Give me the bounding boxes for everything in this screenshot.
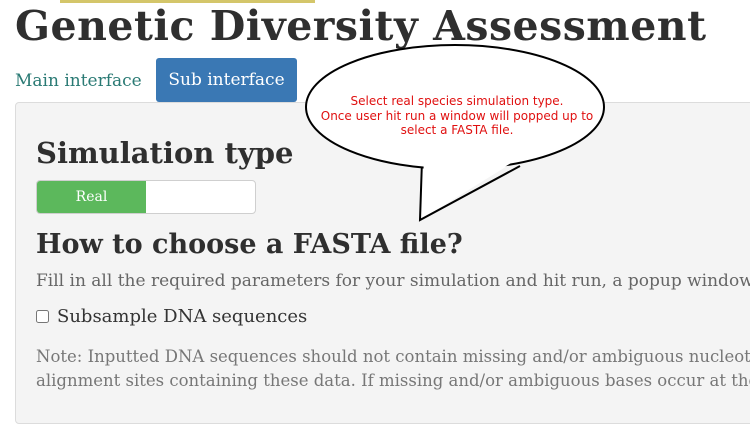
note-line-2: alignment sites containing these data. I… xyxy=(36,371,750,390)
callout-line-2: Once user hit run a window will popped u… xyxy=(320,108,594,123)
toggle-real-label[interactable]: Real xyxy=(37,181,146,213)
simulation-type-heading: Simulation type xyxy=(36,136,294,170)
callout-text: Select real species simulation type. Onc… xyxy=(304,94,610,138)
instructions-text: Fill in all the required parameters for … xyxy=(36,271,750,291)
subsample-checkbox[interactable] xyxy=(36,310,49,323)
simulation-type-toggle[interactable]: Real xyxy=(36,180,256,214)
callout-line-1: Select real species simulation type. xyxy=(350,94,564,108)
tab-sub-interface[interactable]: Sub interface xyxy=(156,58,297,102)
subsample-label: Subsample DNA sequences xyxy=(57,306,308,327)
note-line-1: Note: Inputted DNA sequences should not … xyxy=(36,347,750,366)
subsample-row[interactable]: Subsample DNA sequences xyxy=(36,306,307,327)
callout-line-3: select a FASTA file. xyxy=(400,123,514,137)
note-text: Note: Inputted DNA sequences should not … xyxy=(36,345,750,393)
tab-main-interface[interactable]: Main interface xyxy=(15,71,142,91)
fasta-heading: How to choose a FASTA file? xyxy=(36,229,463,260)
